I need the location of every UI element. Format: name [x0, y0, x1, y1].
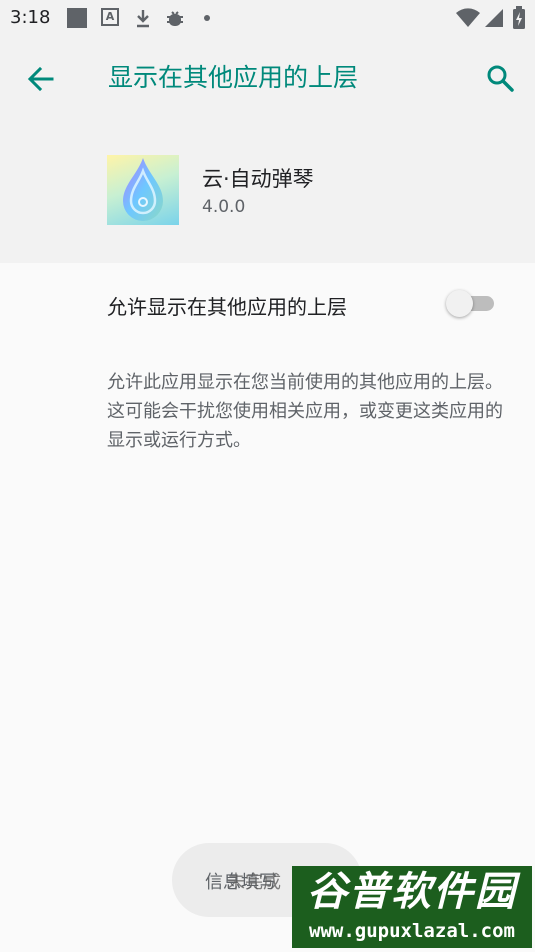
watermark-title: 谷普软件园 — [307, 869, 517, 915]
back-button[interactable] — [22, 62, 62, 96]
status-bar: 3:18 A — [0, 0, 535, 36]
watermark: 谷普软件园 www.gupuxlazal.com — [292, 866, 532, 948]
dot-icon — [204, 15, 210, 21]
app-square-icon — [67, 8, 87, 28]
search-button[interactable] — [478, 58, 522, 98]
water-drop-logo-icon — [123, 158, 163, 221]
permission-description: 允许此应用显示在您当前使用的其他应用的上层。这可能会干扰您使用相关应用，或变更这… — [107, 372, 503, 451]
text-a-icon: A — [101, 8, 119, 26]
overlay-permission-toggle[interactable] — [446, 287, 498, 319]
bug-icon — [164, 8, 186, 34]
app-version: 4.0.0 — [202, 197, 246, 217]
app-icon — [107, 155, 179, 225]
overlay-permission-row[interactable]: 允许显示在其他应用的上层 — [0, 263, 535, 345]
search-icon — [487, 65, 514, 92]
setting-label: 允许显示在其他应用的上层 — [107, 295, 347, 319]
app-name: 云·自动弹琴 — [202, 167, 314, 191]
download-icon — [134, 8, 152, 32]
battery-icon — [512, 6, 526, 34]
toggle-thumb — [446, 290, 473, 317]
signal-icon — [484, 8, 504, 32]
toast-text-front: 未完成 — [227, 872, 281, 893]
watermark-url: www.gupuxlazal.com — [309, 920, 515, 942]
wifi-icon — [455, 8, 481, 32]
arrow-back-icon — [27, 66, 54, 92]
status-time: 3:18 — [10, 7, 51, 28]
page-title: 显示在其他应用的上层 — [108, 63, 359, 92]
